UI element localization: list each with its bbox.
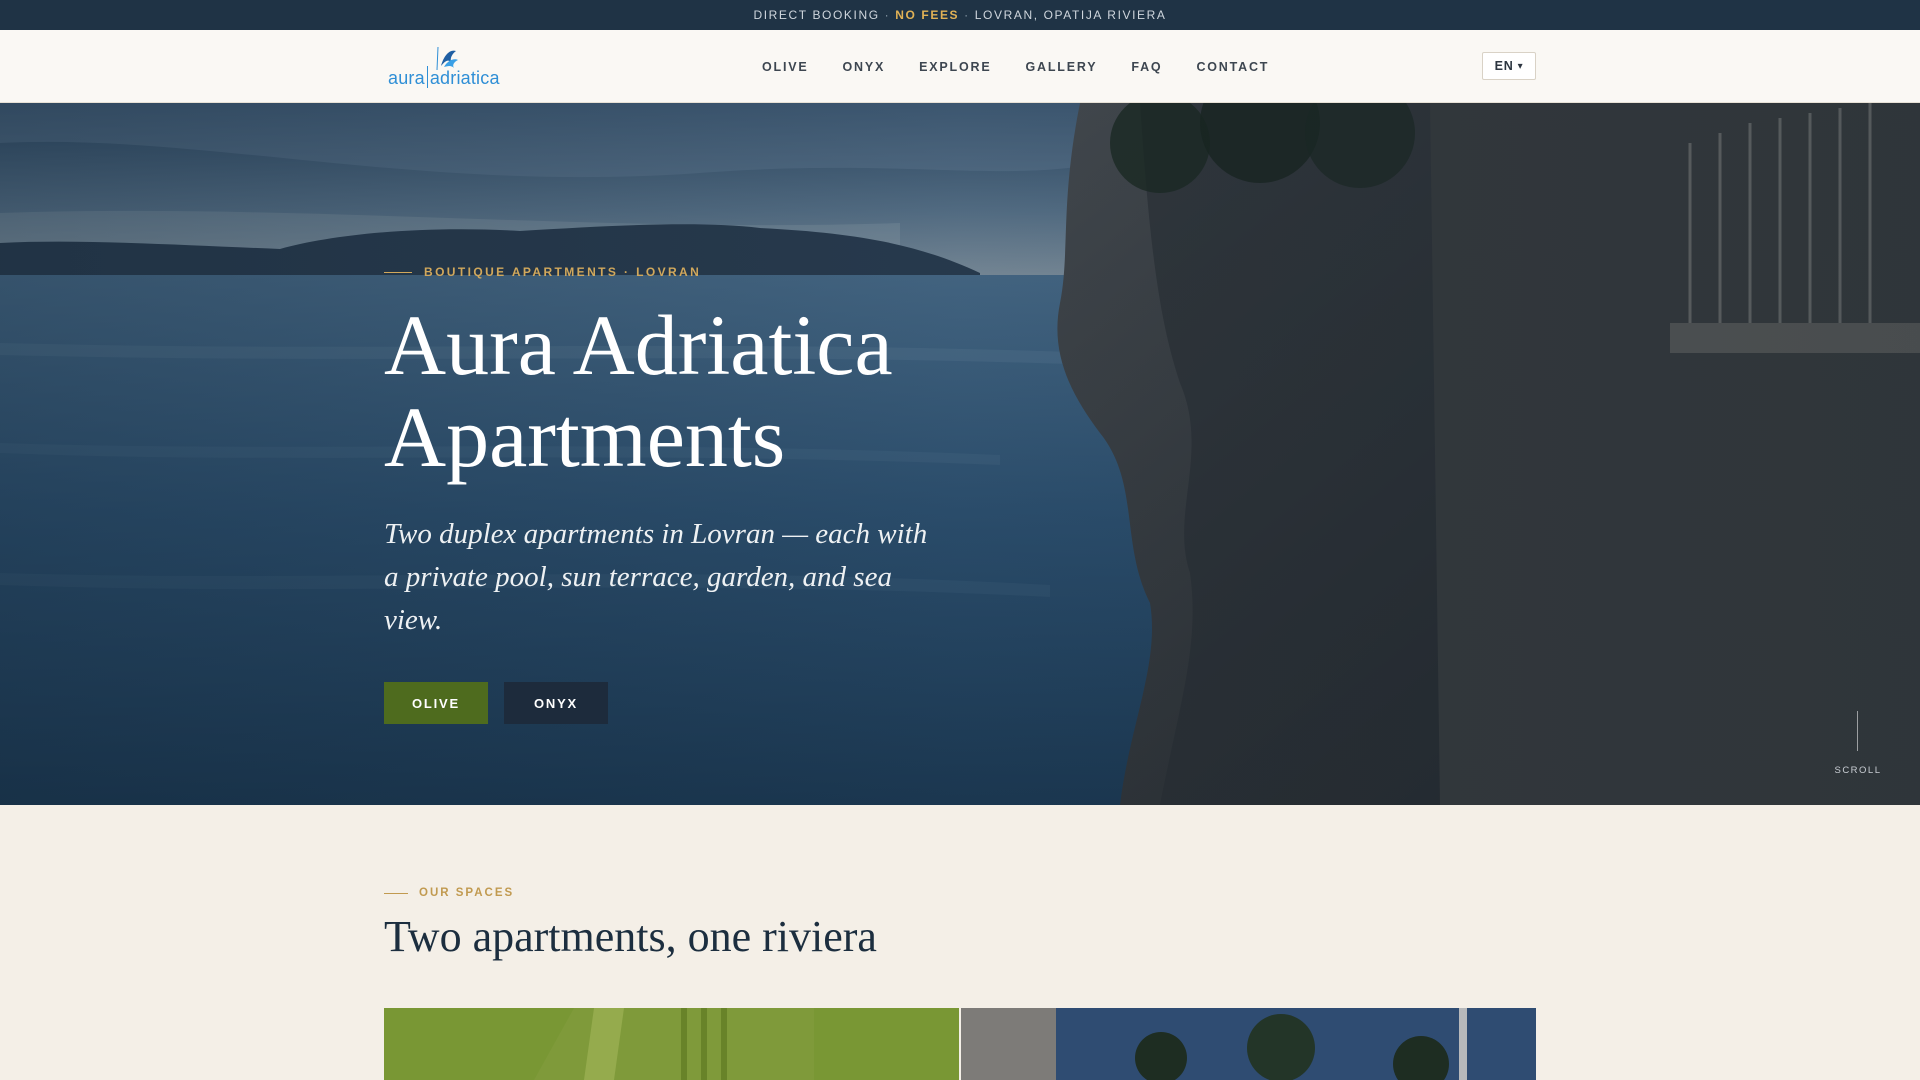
announcement-bar: DIRECT BOOKING · NO FEES · LOVRAN, OPATI… xyxy=(0,0,1920,30)
scroll-line-icon xyxy=(1857,711,1858,751)
nav-link-faq[interactable]: FAQ xyxy=(1131,60,1162,74)
site-header: aura adriatica OLIVE ONYX EXPLORE GALLERY… xyxy=(0,30,1920,103)
hero-title-line-2: Apartments xyxy=(384,389,786,485)
nav-link-explore[interactable]: EXPLORE xyxy=(919,60,991,74)
nav-link-gallery[interactable]: GALLERY xyxy=(1025,60,1097,74)
announcement-separator: · xyxy=(964,8,970,22)
olive-button[interactable]: OLIVE xyxy=(384,682,488,724)
language-current: EN xyxy=(1494,59,1514,73)
announcement-direct-booking: DIRECT BOOKING xyxy=(753,8,880,22)
hero-subtitle: Two duplex apartments in Lovran — each w… xyxy=(384,518,928,636)
hero-section: BOUTIQUE APARTMENTS · LOVRAN Aura Adriat… xyxy=(0,103,1920,805)
spaces-eyebrow: OUR SPACES xyxy=(384,887,514,899)
olive-apartment-image xyxy=(384,1008,959,1080)
onyx-apartment-card[interactable] xyxy=(961,1008,1536,1080)
site-logo[interactable]: aura adriatica xyxy=(388,46,510,88)
onyx-button[interactable]: ONYX xyxy=(504,682,608,724)
announcement-location: LOVRAN, OPATIJA RIVIERA xyxy=(974,8,1167,22)
chevron-down-icon: ▾ xyxy=(1517,60,1524,72)
scroll-indicator[interactable]: SCROLL xyxy=(1830,711,1886,781)
hero-title: Aura Adriatica Apartments xyxy=(384,299,1084,483)
olive-apartment-card[interactable] xyxy=(384,1008,959,1080)
nav-link-olive[interactable]: OLIVE xyxy=(762,60,809,74)
hero-eyebrow-text: BOUTIQUE APARTMENTS · LOVRAN xyxy=(424,265,702,279)
main-nav: OLIVE ONYX EXPLORE GALLERY FAQ CONTACT xyxy=(745,30,1286,103)
hero-eyebrow: BOUTIQUE APARTMENTS · LOVRAN xyxy=(384,265,701,279)
nav-link-contact[interactable]: CONTACT xyxy=(1196,60,1269,74)
spaces-section: OUR SPACES Two apartments, one riviera xyxy=(0,805,1920,1080)
nav-link-onyx[interactable]: ONYX xyxy=(843,60,886,74)
language-selector[interactable]: EN ▾ xyxy=(1482,52,1536,80)
logo-wordmark: aura adriatica xyxy=(388,66,500,89)
spaces-eyebrow-text: OUR SPACES xyxy=(419,887,515,899)
hero-title-line-1: Aura Adriatica xyxy=(384,297,893,393)
spaces-title: Two apartments, one riviera xyxy=(384,912,877,961)
logo-word-aura: aura xyxy=(388,68,425,88)
announcement-no-fees: NO FEES xyxy=(895,8,960,22)
onyx-apartment-image xyxy=(961,1008,1536,1080)
announcement-separator: · xyxy=(884,8,891,22)
scroll-label: SCROLL xyxy=(1834,765,1882,776)
hero-content: BOUTIQUE APARTMENTS · LOVRAN Aura Adriat… xyxy=(384,103,1084,805)
logo-word-adriatica: adriatica xyxy=(429,68,500,88)
